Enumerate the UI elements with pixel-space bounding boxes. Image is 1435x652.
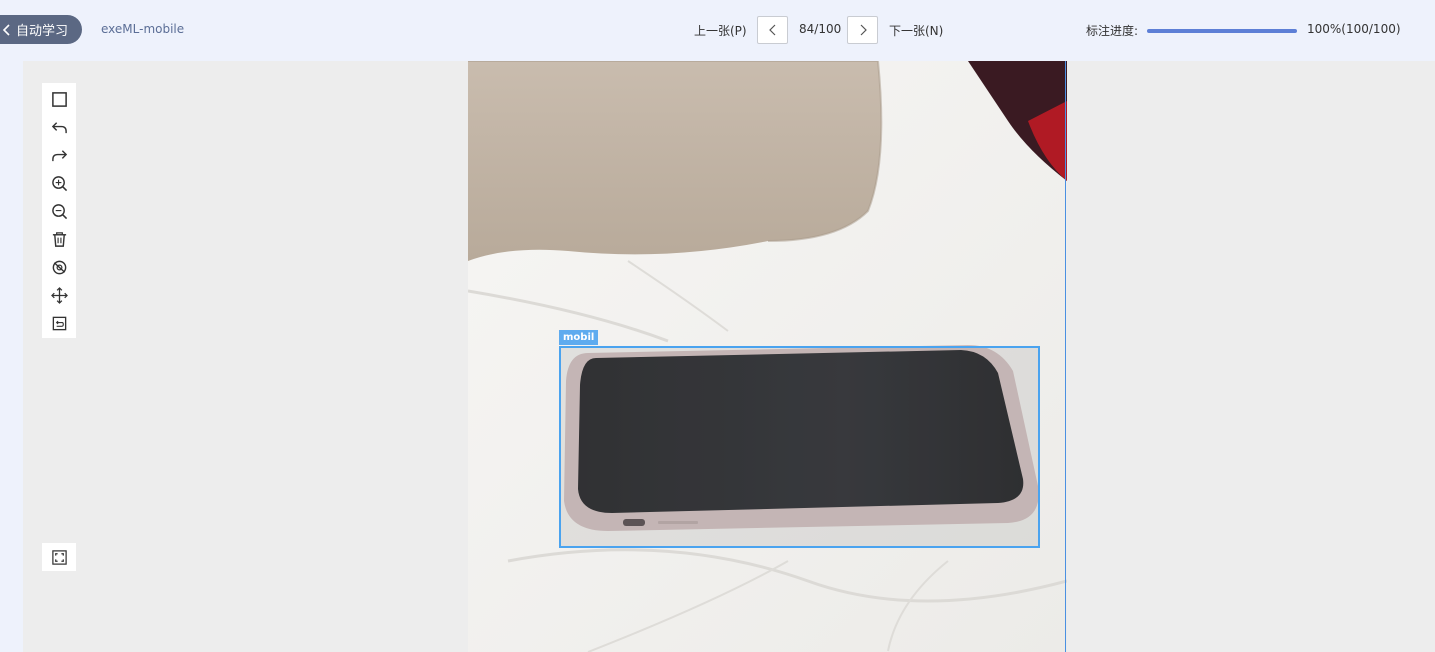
prev-image-button[interactable]: [757, 16, 788, 44]
image-right-edge: [1065, 61, 1066, 652]
chevron-right-icon: [860, 24, 867, 36]
progress-bar: [1147, 29, 1297, 33]
back-button-label: 自动学习: [16, 24, 69, 39]
fullscreen-button[interactable]: [42, 543, 76, 571]
chevron-left-icon: [768, 24, 775, 36]
zoom-in-tool[interactable]: [42, 169, 76, 197]
next-image-label[interactable]: 下一张(N): [889, 22, 943, 39]
move-icon: [50, 287, 68, 305]
chevron-left-icon: [2, 23, 10, 36]
hide-icon: [52, 260, 66, 275]
zoom-in-icon: [51, 176, 67, 191]
zoom-out-icon: [51, 204, 67, 220]
rectangle-tool[interactable]: [42, 85, 76, 113]
top-bar: 自动学习 exeML-mobile 上一张(P) 84/100 下一张(N) 标…: [0, 0, 1435, 61]
annotation-toolbar: [42, 83, 76, 338]
left-margin: [0, 61, 23, 652]
back-button[interactable]: 自动学习: [0, 15, 82, 44]
undo-icon: [51, 121, 67, 133]
delete-icon: [52, 232, 66, 247]
undo-tool[interactable]: [42, 113, 76, 141]
fullscreen-icon: [51, 549, 67, 565]
page-counter: 84/100: [799, 22, 842, 36]
hide-tool[interactable]: [42, 254, 76, 282]
progress-label: 标注进度:: [1086, 24, 1139, 38]
redo-icon: [51, 150, 67, 161]
rectangle-icon: [51, 91, 67, 107]
progress-value: 100%(100/100): [1307, 22, 1401, 36]
redo-tool[interactable]: [42, 141, 76, 169]
project-name: exeML-mobile: [101, 22, 185, 36]
delete-tool[interactable]: [42, 226, 76, 254]
reset-tool[interactable]: [42, 310, 76, 338]
bounding-box-label: mobil: [559, 330, 599, 345]
next-image-button[interactable]: [847, 16, 878, 44]
prev-image-label[interactable]: 上一张(P): [694, 22, 747, 39]
bounding-box[interactable]: [559, 346, 1040, 548]
move-tool[interactable]: [42, 282, 76, 310]
zoom-out-tool[interactable]: [42, 197, 76, 225]
reset-icon: [52, 317, 66, 331]
progress-fill: [1147, 29, 1297, 33]
